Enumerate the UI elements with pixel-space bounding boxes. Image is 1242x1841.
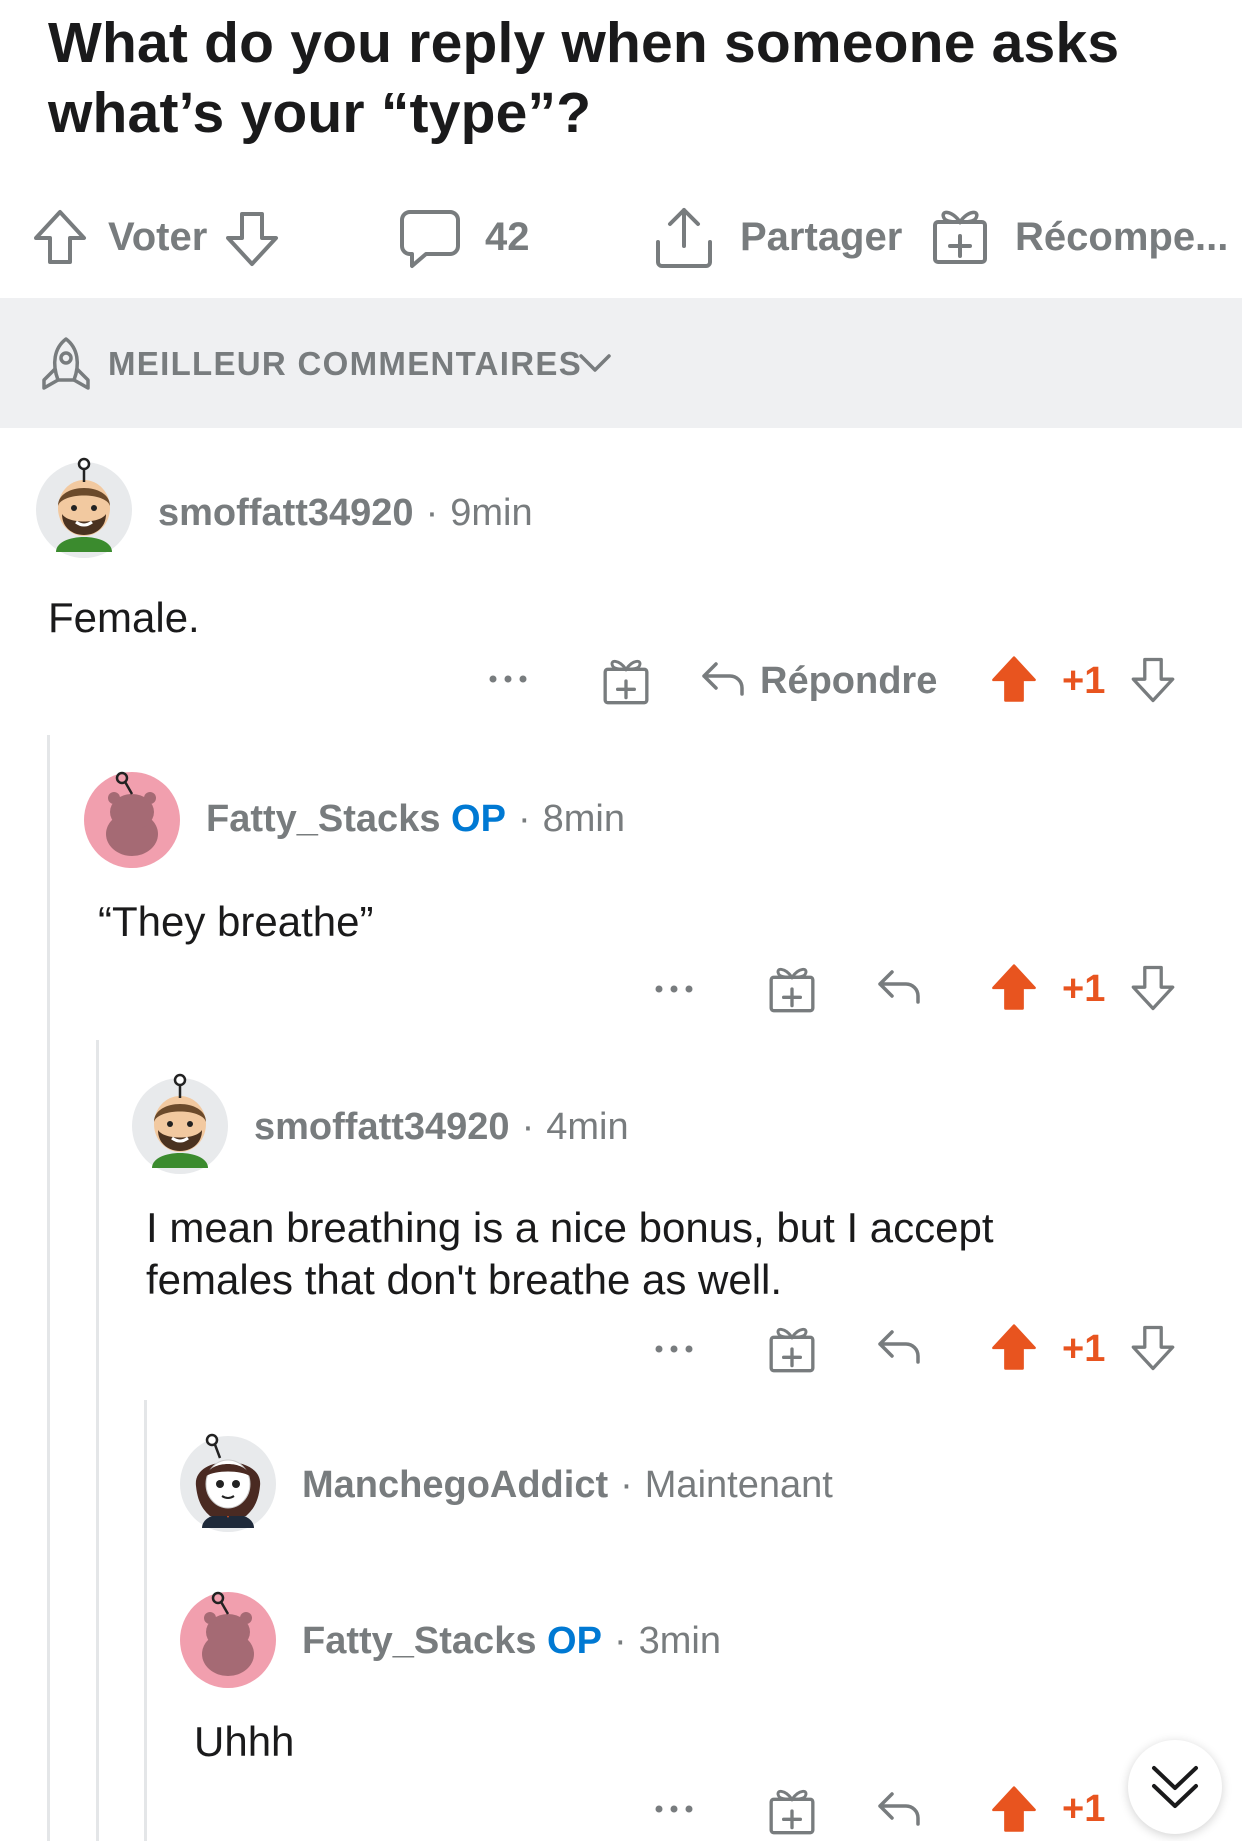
ellipsis-icon [655, 985, 693, 993]
scroll-down-button[interactable] [1128, 1740, 1222, 1834]
award-comment-button[interactable] [768, 1786, 816, 1836]
comment-body: Uhhh [194, 1718, 295, 1765]
timestamp: Maintenant [644, 1464, 833, 1506]
reply-button[interactable] [876, 1328, 922, 1366]
gift-icon [769, 1789, 815, 1835]
comment-meta: smoffatt34920 · 4min [254, 1106, 629, 1148]
rocket-icon [38, 336, 94, 392]
share-button[interactable] [654, 206, 714, 268]
arrow-up-filled-icon [992, 964, 1036, 1010]
upvote-button[interactable] [32, 208, 88, 266]
more-options-button[interactable] [654, 1804, 694, 1814]
comment-bubble-icon [400, 210, 460, 268]
gift-icon [933, 210, 987, 264]
comment-2 [84, 771, 180, 868]
gift-icon [769, 967, 815, 1013]
vote-label: Voter [108, 215, 208, 259]
chevron-down-icon [578, 352, 612, 374]
timestamp: 9min [450, 492, 533, 534]
comment-body: I mean breathing is a nice bonus, but I … [146, 1204, 994, 1303]
score: +1 [1062, 660, 1106, 702]
ellipsis-icon [655, 1805, 693, 1813]
ellipsis-icon [655, 1345, 693, 1353]
username[interactable]: ManchegoAddict [302, 1464, 608, 1506]
avatar[interactable] [180, 1433, 276, 1532]
reply-icon [878, 1330, 920, 1364]
reply-icon [878, 1792, 920, 1826]
reply-button[interactable] [876, 968, 922, 1006]
upvote-button[interactable] [990, 654, 1038, 704]
avatar[interactable] [36, 457, 132, 558]
score: +1 [1062, 1788, 1106, 1830]
timestamp: 4min [546, 1106, 629, 1148]
reply-button[interactable] [700, 660, 746, 698]
comments-button[interactable] [400, 208, 460, 268]
score: +1 [1062, 968, 1106, 1010]
score: +1 [1062, 1328, 1106, 1370]
comment-3 [132, 1073, 228, 1174]
post-title: What do you reply when someone asks what… [48, 11, 1120, 145]
comment-meta: ManchegoAddict · Maintenant [302, 1464, 833, 1506]
award-comment-button[interactable] [768, 1324, 816, 1374]
sort-label[interactable]: MEILLEUR COMMENTAIRES [108, 344, 582, 384]
upvote-button[interactable] [990, 1322, 1038, 1372]
comment-1 [36, 457, 132, 558]
more-options-button[interactable] [654, 984, 694, 994]
arrow-up-filled-icon [992, 656, 1036, 702]
arrow-up-filled-icon [992, 1786, 1036, 1832]
downvote-button[interactable] [224, 210, 280, 268]
arrow-up-filled-icon [992, 1324, 1036, 1370]
award-comment-button[interactable] [602, 656, 650, 706]
reply-button[interactable] [876, 1790, 922, 1828]
thread-line[interactable] [144, 1400, 147, 1841]
share-icon [656, 208, 712, 268]
share-label: Partager [740, 215, 903, 259]
timestamp: 8min [542, 798, 625, 840]
downvote-button[interactable] [1130, 964, 1176, 1012]
avatar[interactable] [180, 1591, 276, 1688]
avatar[interactable] [84, 771, 180, 868]
username[interactable]: smoffatt34920 [158, 492, 414, 534]
arrow-down-icon [1131, 657, 1175, 703]
upvote-button[interactable] [990, 1784, 1038, 1834]
comment-body: “They breathe” [98, 898, 374, 945]
comment-meta: Fatty_Stacks OP · 8min [206, 798, 625, 840]
more-options-button[interactable] [488, 674, 528, 684]
comments-count: 42 [485, 215, 530, 259]
arrow-down-icon [1131, 965, 1175, 1011]
gift-icon [769, 1327, 815, 1373]
comment-5 [180, 1591, 276, 1688]
more-options-button[interactable] [654, 1344, 694, 1354]
reply-label[interactable]: Répondre [760, 658, 937, 704]
gift-icon [603, 659, 649, 705]
avatar[interactable] [132, 1073, 228, 1174]
award-label: Récompe... [1015, 215, 1229, 259]
username[interactable]: smoffatt34920 [254, 1106, 510, 1148]
comment-meta: Fatty_Stacks OP · 3min [302, 1620, 721, 1662]
downvote-button[interactable] [1130, 1324, 1176, 1372]
comment-body: Female. [48, 594, 200, 641]
reply-icon [878, 970, 920, 1004]
reply-icon [702, 662, 744, 696]
ellipsis-icon [489, 675, 527, 683]
arrow-down-icon [1131, 1325, 1175, 1371]
username[interactable]: Fatty_Stacks [206, 798, 440, 840]
upvote-button[interactable] [990, 962, 1038, 1012]
arrow-down-icon [226, 212, 278, 266]
op-badge: OP [451, 798, 506, 840]
thread-line[interactable] [47, 735, 50, 1841]
arrow-up-icon [34, 210, 86, 264]
comment-4 [180, 1433, 276, 1532]
op-badge: OP [547, 1620, 602, 1662]
thread-line[interactable] [96, 1040, 99, 1841]
double-chevron-down-icon [1152, 1766, 1198, 1808]
downvote-button[interactable] [1130, 656, 1176, 704]
award-comment-button[interactable] [768, 964, 816, 1014]
username[interactable]: Fatty_Stacks [302, 1620, 536, 1662]
award-button[interactable] [932, 206, 988, 266]
timestamp: 3min [638, 1620, 721, 1662]
comment-meta: smoffatt34920 · 9min [158, 492, 533, 534]
